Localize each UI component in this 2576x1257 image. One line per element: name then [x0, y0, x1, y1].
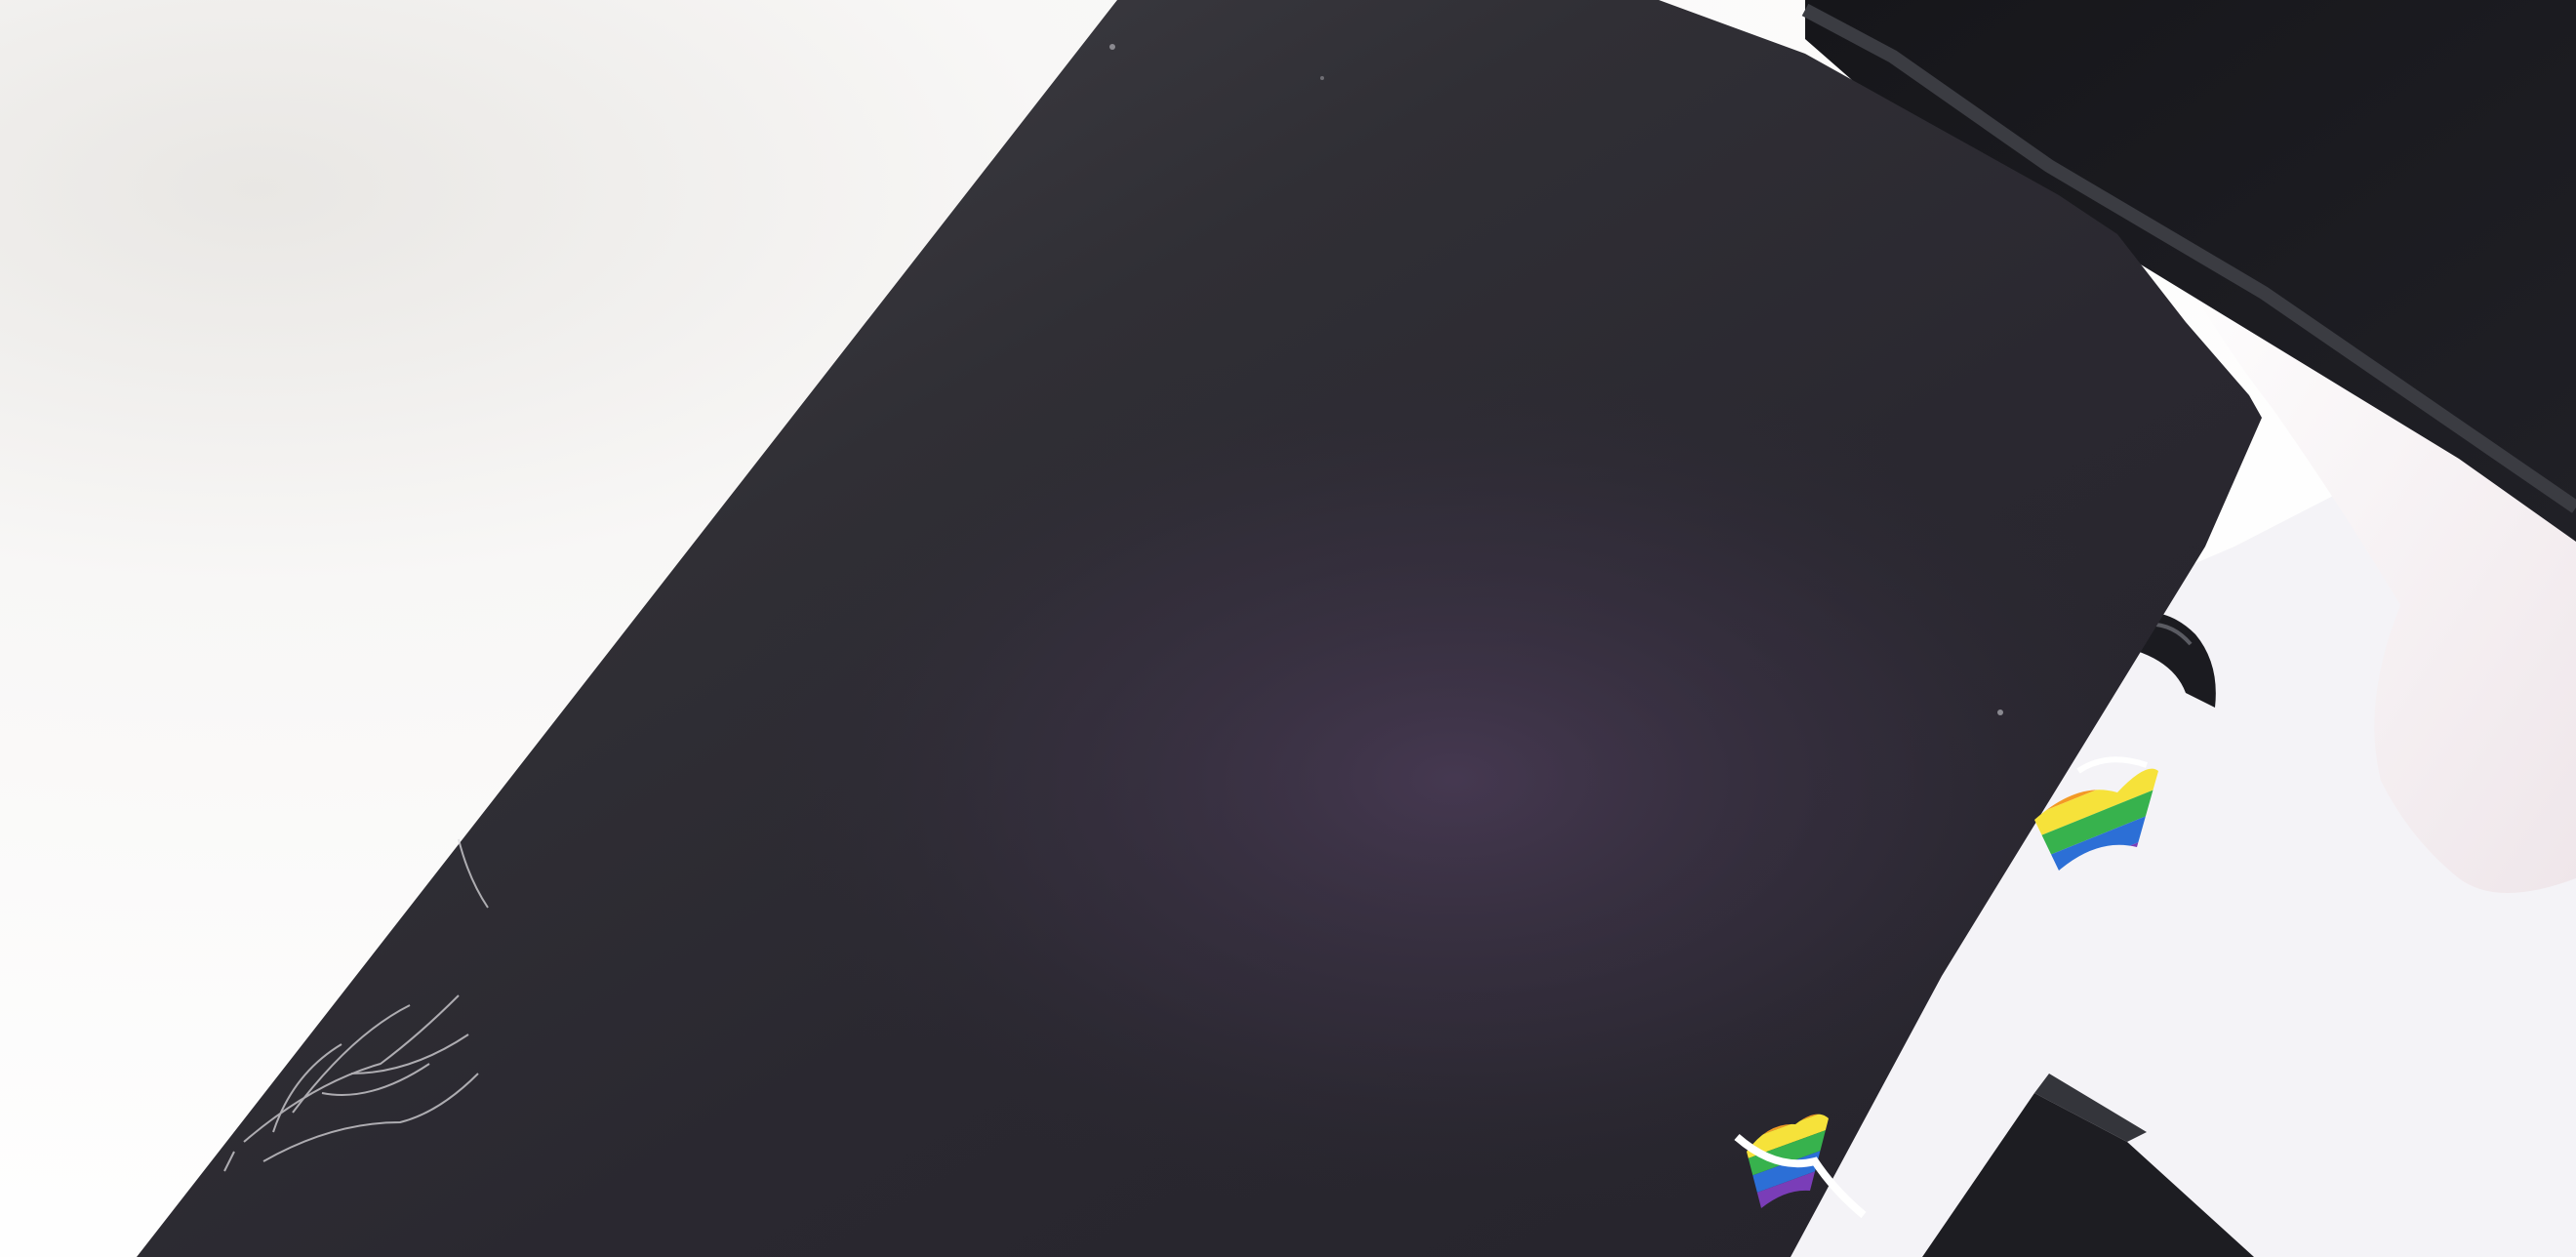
speck [1109, 44, 1115, 50]
scene-canvas [0, 0, 2576, 1257]
photo-scene [0, 0, 2576, 1257]
speck [1320, 76, 1324, 80]
speck [1997, 710, 2003, 715]
